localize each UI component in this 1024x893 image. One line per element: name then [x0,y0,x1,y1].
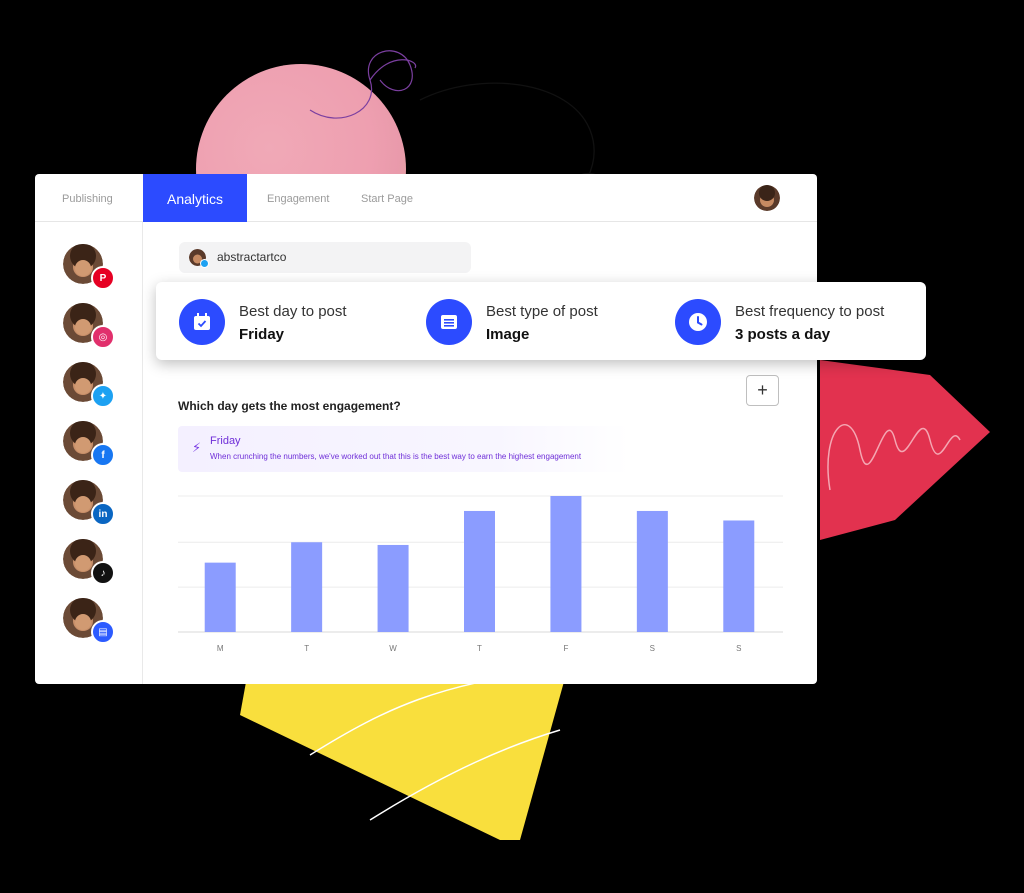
calendar-icon [179,299,225,345]
lightning-icon: ⚡ [192,440,202,455]
account-twitter[interactable]: ✦ [63,362,115,410]
account-facebook[interactable]: f [63,421,115,469]
engagement-bar-chart: MTWTFSS [178,495,783,653]
add-button[interactable]: + [746,375,779,406]
profile-name: abstractartco [217,250,287,264]
tab-start-page[interactable]: Start Page [361,174,413,222]
twitter-icon: ✦ [91,384,115,408]
decorative-yellow-shape [240,660,570,840]
x-tick-label: M [217,644,224,653]
facebook-icon: f [91,443,115,467]
account-instagram[interactable]: ◎ [63,303,115,351]
tiktok-icon: ♪ [91,561,115,585]
user-avatar[interactable] [754,185,780,211]
x-tick-label: W [389,644,397,653]
stat-label: Best day to post [239,303,347,320]
x-tick-label: F [563,644,568,653]
account-pinterest[interactable]: P [63,244,115,292]
app-window: Publishing Analytics Engagement Start Pa… [35,174,817,684]
chart-bar[interactable] [550,496,582,632]
account-tiktok[interactable]: ♪ [63,539,115,587]
tab-engagement[interactable]: Engagement [267,174,329,222]
chart-bar[interactable] [636,510,668,632]
chart-bar[interactable] [464,510,495,632]
insight-banner: ⚡ Friday When crunching the numbers, we'… [178,426,630,472]
stat-value: 3 posts a day [735,326,831,343]
insight-title: Friday [210,435,241,447]
chart-bar[interactable] [723,520,755,632]
x-tick-label: T [477,644,482,653]
x-tick-label: S [736,644,741,653]
chart-bar[interactable] [291,542,323,632]
linkedin-icon: in [91,502,115,526]
stat-label: Best frequency to post [735,303,885,320]
tab-analytics[interactable]: Analytics [143,174,247,222]
top-navigation: Publishing Analytics Engagement Start Pa… [35,174,817,222]
chart-bar[interactable] [204,562,236,632]
tab-publishing[interactable]: Publishing [62,174,113,222]
x-tick-label: S [650,644,655,653]
shop-icon: ▤ [91,620,115,644]
pinterest-icon: P [91,266,115,290]
x-tick-label: T [304,644,309,653]
engagement-question: Which day gets the most engagement? [178,399,401,413]
twitter-icon [200,259,209,268]
document-icon [426,299,472,345]
account-shop[interactable]: ▤ [63,598,115,646]
stat-label: Best type of post [486,303,598,320]
decorative-red-shape [820,360,990,540]
account-linkedin[interactable]: in [63,480,115,528]
insight-text: When crunching the numbers, we've worked… [210,452,582,461]
stat-value: Image [486,326,530,343]
best-time-stats-card: Best day to post Friday Best type of pos… [156,282,926,360]
clock-icon [675,299,721,345]
instagram-icon: ◎ [91,325,115,349]
stat-value: Friday [239,326,285,343]
profile-selector[interactable]: abstractartco [179,242,471,273]
account-sidebar: P ◎ ✦ f in ♪ ▤ [35,222,143,684]
chart-bar[interactable] [377,544,409,632]
